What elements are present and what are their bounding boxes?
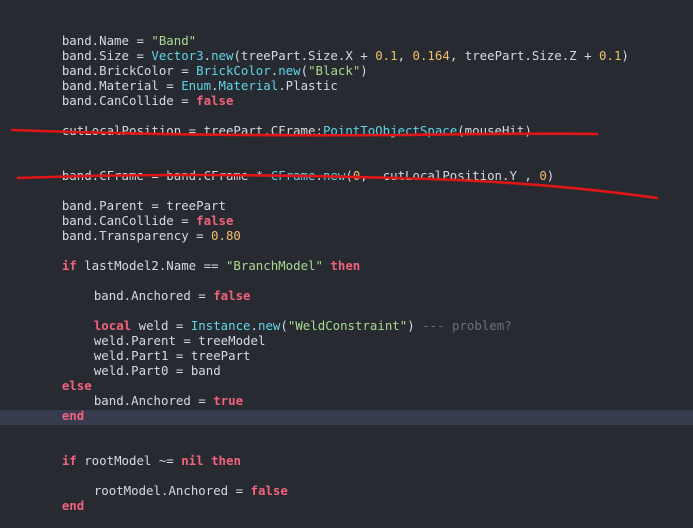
- code-token-keyword: false: [213, 288, 251, 303]
- code-line: band.CanCollide = false: [32, 78, 234, 108]
- code-line: band.Size = Vector3.new(treePart.Size.X …: [32, 33, 629, 63]
- code-token-string: "WeldConstraint": [287, 318, 408, 333]
- code-token: ): [621, 48, 629, 63]
- code-token-builtin: PointToObjectSpace: [322, 123, 458, 138]
- code-line: band.Transparency = 0.80: [32, 213, 241, 243]
- code-line: weld.Parent = treeModel: [32, 318, 266, 348]
- code-line: end: [32, 393, 84, 423]
- code-token-comment: --- problem?: [422, 318, 512, 333]
- code-line: local weld = Instance.new("WeldConstrain…: [32, 303, 512, 333]
- code-line: cutLocalPosition = treePart.CFrame:Point…: [32, 108, 532, 138]
- code-token-keyword: if: [61, 258, 77, 273]
- code-token: , cutLocalPosition.Y ,: [360, 168, 540, 183]
- code-token-string: "BranchModel": [225, 258, 323, 273]
- code-line: band.CFrame = band.CFrame * CFrame.new(0…: [32, 153, 554, 183]
- code-line: weld.Part0 = band: [32, 348, 221, 378]
- code-token: ): [546, 168, 555, 183]
- code-token: ): [360, 63, 368, 78]
- code-line: rootModel.Anchored = false: [32, 468, 288, 498]
- code-token: .Plastic: [278, 78, 338, 93]
- code-token: , treePart.Size.Z +: [449, 48, 600, 63]
- code-line: band.Anchored = false: [32, 273, 251, 303]
- code-token-builtin: CFrame: [270, 168, 316, 183]
- current-line-highlight: [0, 410, 693, 425]
- code-token-builtin: new: [322, 168, 346, 183]
- code-token: .: [315, 168, 323, 183]
- code-token-keyword: false: [196, 93, 234, 108]
- code-token: lastModel2.Name ==: [76, 258, 226, 273]
- code-token: weld.Part0 = band: [93, 363, 221, 378]
- code-line: else: [32, 363, 92, 393]
- code-token: (: [280, 318, 288, 333]
- code-editor[interactable]: band.Name = "Band" band.Size = Vector3.n…: [0, 0, 693, 516]
- code-token-keyword: true: [213, 393, 244, 408]
- code-token-number: 0.164: [412, 48, 450, 63]
- code-token: band.Anchored =: [93, 393, 214, 408]
- code-token: band.Transparency =: [61, 228, 212, 243]
- code-token-keyword: end: [61, 498, 85, 513]
- code-token-keyword: false: [250, 483, 288, 498]
- code-token-number: 0.80: [211, 228, 241, 243]
- code-line: if rootModel ~= nil then: [32, 438, 241, 468]
- code-token: band.CanCollide =: [61, 93, 197, 108]
- code-token: ,: [397, 48, 413, 63]
- code-token-keyword: then: [330, 258, 361, 273]
- code-line: band.Material = Enum.Material.Plastic: [32, 63, 338, 93]
- code-line: end: [32, 483, 84, 513]
- code-token-keyword: end: [61, 408, 85, 423]
- code-line: if lastModel2.Name == "BranchModel" then: [32, 243, 360, 273]
- code-token-keyword: if: [61, 453, 77, 468]
- code-token: rootModel.Anchored =: [93, 483, 251, 498]
- code-token: ): [407, 318, 423, 333]
- code-token: (: [345, 168, 353, 183]
- code-token: band.CFrame = band.CFrame *: [61, 168, 271, 183]
- code-token-number: 0: [539, 168, 547, 183]
- code-token-keyword: nil: [181, 453, 204, 468]
- code-line: band.BrickColor = BrickColor.new("Black"…: [32, 48, 368, 78]
- code-token-number: 0.1: [375, 48, 398, 63]
- code-token: rootModel ~=: [76, 453, 182, 468]
- code-line: band.CanCollide = false: [32, 198, 234, 228]
- code-line: band.Parent = treePart: [32, 183, 226, 213]
- code-token: cutLocalPosition = treePart.CFrame:: [61, 123, 323, 138]
- code-line: band.Name = "Band": [32, 18, 196, 48]
- code-line: band.Anchored = true: [32, 378, 243, 408]
- code-line: weld.Part1 = treePart: [32, 333, 251, 363]
- code-token-number: 0.1: [599, 48, 622, 63]
- code-token-keyword: then: [211, 453, 241, 468]
- code-token: band.Anchored =: [93, 288, 214, 303]
- code-token: (mouseHit): [457, 123, 532, 138]
